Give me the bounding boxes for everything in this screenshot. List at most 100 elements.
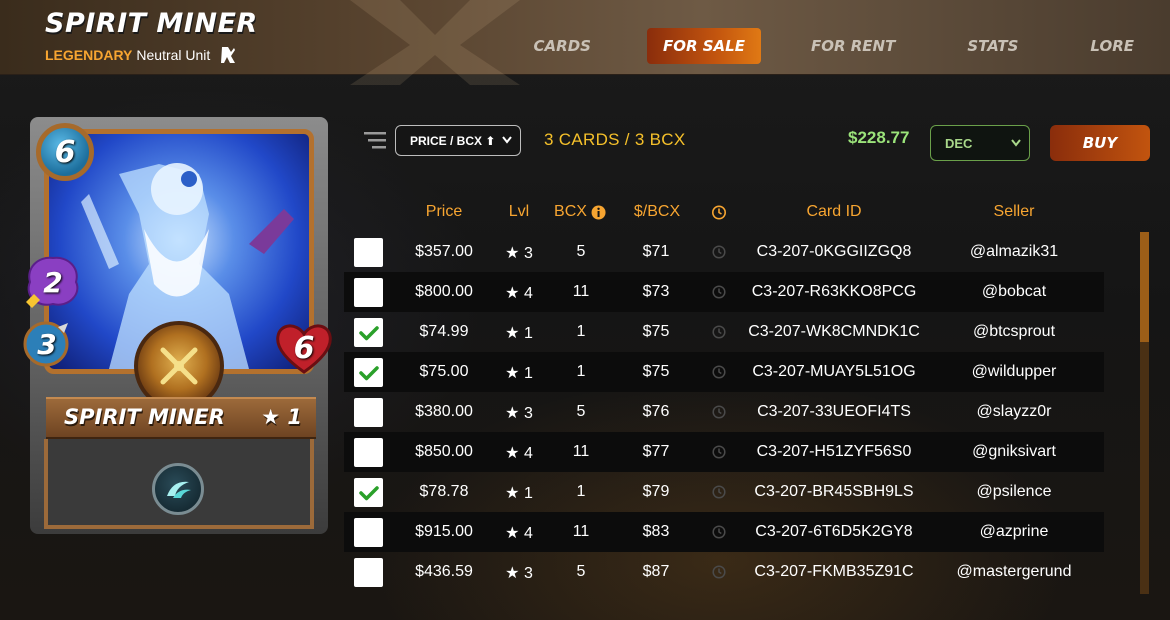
level-cell: ★ 3 bbox=[505, 245, 533, 262]
seller-cell[interactable]: @bobcat bbox=[982, 283, 1046, 301]
table-row[interactable]: $850.00 ★ 4 11 $77 C3-207-H51ZYF56S0 @gniksiv… bbox=[344, 432, 1104, 472]
clock-icon bbox=[712, 525, 726, 544]
level-cell: ★ 4 bbox=[505, 285, 533, 302]
table-row[interactable]: $357.00 ★ 3 5 $71 C3-207-0KGGIIZGQ8 @almazik3… bbox=[344, 232, 1104, 272]
seller-cell[interactable]: @btcsprout bbox=[973, 323, 1055, 341]
row-checkbox[interactable] bbox=[354, 398, 383, 427]
row-checkbox[interactable] bbox=[354, 438, 383, 467]
column-header-per-bcx[interactable]: $/BCX bbox=[634, 203, 680, 221]
tab-lore[interactable]: LORE bbox=[1074, 28, 1150, 64]
tab-cards[interactable]: CARDS bbox=[518, 28, 607, 64]
tab-for-rent[interactable]: FOR RENT bbox=[795, 28, 911, 64]
magic-attack-stat: 2 bbox=[22, 254, 84, 310]
checkmark-icon bbox=[358, 485, 379, 500]
card-id-cell[interactable]: C3-207-H51ZYF56S0 bbox=[757, 443, 912, 461]
row-checkbox[interactable] bbox=[354, 478, 383, 507]
price-per-bcx-cell: $76 bbox=[642, 403, 670, 420]
level-cell: ★ 1 bbox=[505, 325, 533, 342]
card-id-cell[interactable]: C3-207-R63KKO8PCG bbox=[752, 283, 917, 301]
chevron-down-icon bbox=[1011, 139, 1021, 147]
table-row[interactable]: $436.59 ★ 3 5 $87 C3-207-FKMB35Z91C @masterge… bbox=[344, 552, 1104, 592]
table-row[interactable]: $915.00 ★ 4 11 $83 C3-207-6T6D5K2GY8 @azprine bbox=[344, 512, 1104, 552]
rarity-label: LEGENDARY bbox=[45, 47, 133, 63]
bcx-cell: 11 bbox=[572, 283, 590, 300]
table-row[interactable]: $78.78 ★ 1 1 $79 C3-207-BR45SBH9LS @psilence bbox=[344, 472, 1104, 512]
card-id-cell[interactable]: C3-207-BR45SBH9LS bbox=[754, 483, 913, 501]
price-cell: $436.59 bbox=[415, 563, 473, 580]
row-checkbox[interactable] bbox=[354, 318, 383, 347]
scrollbar-thumb[interactable] bbox=[1140, 232, 1149, 342]
header-bar: SPIRIT MINER LEGENDARY Neutral Unit CARD… bbox=[0, 0, 1170, 85]
level-cell: ★ 3 bbox=[505, 565, 533, 582]
bcx-cell: 11 bbox=[572, 443, 590, 460]
bcx-cell: 5 bbox=[576, 403, 586, 420]
price-per-bcx-cell: $77 bbox=[642, 443, 670, 460]
card-id-cell[interactable]: C3-207-6T6D5K2GY8 bbox=[755, 523, 912, 541]
checkmark-icon bbox=[358, 325, 379, 340]
filter-icon[interactable] bbox=[364, 130, 388, 152]
unit-type-icon bbox=[221, 47, 236, 63]
column-header-card-id[interactable]: Card ID bbox=[806, 203, 861, 221]
table-row[interactable]: $74.99 ★ 1 1 $75 C3-207-WK8CMNDK1C @btcsprout bbox=[344, 312, 1104, 352]
card-id-cell[interactable]: C3-207-FKMB35Z91C bbox=[754, 563, 913, 581]
bcx-cell: 5 bbox=[576, 563, 586, 580]
tab-stats[interactable]: STATS bbox=[951, 28, 1034, 64]
price-cell: $800.00 bbox=[415, 283, 473, 300]
sort-select-value: PRICE / BCX ⬆ bbox=[410, 133, 496, 148]
seller-cell[interactable]: @gniksivart bbox=[972, 443, 1056, 461]
card-id-cell[interactable]: C3-207-0KGGIIZGQ8 bbox=[757, 243, 912, 261]
listings-table: Price Lvl BCX $/BCX Card ID Seller $357.… bbox=[344, 192, 1104, 592]
clock-icon bbox=[712, 245, 726, 264]
currency-select[interactable]: DEC bbox=[930, 125, 1030, 161]
table-scrollbar[interactable] bbox=[1140, 232, 1149, 594]
bcx-cell: 5 bbox=[576, 243, 586, 260]
seller-cell[interactable]: @azprine bbox=[980, 523, 1049, 541]
row-checkbox[interactable] bbox=[354, 278, 383, 307]
row-checkbox[interactable] bbox=[354, 238, 383, 267]
column-header-bcx[interactable]: BCX bbox=[554, 203, 606, 221]
column-header-seller[interactable]: Seller bbox=[994, 203, 1035, 221]
selection-count: 3 CARDS / 3 BCX bbox=[544, 130, 686, 149]
bcx-cell: 1 bbox=[576, 363, 586, 380]
row-checkbox[interactable] bbox=[354, 358, 383, 387]
seller-cell[interactable]: @mastergerund bbox=[957, 563, 1072, 581]
seller-cell[interactable]: @psilence bbox=[977, 483, 1052, 501]
column-header-lvl[interactable]: Lvl bbox=[509, 203, 529, 221]
table-row[interactable]: $75.00 ★ 1 1 $75 C3-207-MUAY5L51OG @wildupper bbox=[344, 352, 1104, 392]
price-cell: $380.00 bbox=[415, 403, 473, 420]
price-per-bcx-cell: $75 bbox=[642, 363, 670, 380]
speed-value: 3 bbox=[37, 327, 57, 361]
row-checkbox[interactable] bbox=[354, 518, 383, 547]
clock-icon bbox=[712, 405, 726, 424]
row-checkbox[interactable] bbox=[354, 558, 383, 587]
price-cell: $74.99 bbox=[419, 323, 469, 340]
clock-icon bbox=[712, 205, 726, 220]
seller-cell[interactable]: @almazik31 bbox=[970, 243, 1058, 261]
bcx-cell: 1 bbox=[576, 483, 586, 500]
seller-cell[interactable]: @wildupper bbox=[972, 363, 1057, 381]
level-cell: ★ 3 bbox=[505, 405, 533, 422]
level-cell: ★ 4 bbox=[505, 525, 533, 542]
column-header-price[interactable]: Price bbox=[426, 203, 462, 221]
price-per-bcx-cell: $75 bbox=[642, 323, 670, 340]
unit-type-label: Neutral Unit bbox=[136, 47, 211, 63]
clock-icon bbox=[712, 565, 726, 584]
card-id-cell[interactable]: C3-207-33UEOFI4TS bbox=[757, 403, 911, 421]
info-icon[interactable] bbox=[591, 205, 606, 220]
level-cell: ★ 4 bbox=[505, 445, 533, 462]
mana-cost-badge: 6 bbox=[36, 123, 94, 181]
health-value: 6 bbox=[293, 330, 315, 366]
checkmark-icon bbox=[358, 365, 379, 380]
clock-icon bbox=[712, 285, 726, 304]
table-row[interactable]: $800.00 ★ 4 11 $73 C3-207-R63KKO8PCG @bobcat bbox=[344, 272, 1104, 312]
table-body: $357.00 ★ 3 5 $71 C3-207-0KGGIIZGQ8 @almazik3… bbox=[344, 232, 1104, 592]
tab-for-sale[interactable]: FOR SALE bbox=[646, 28, 761, 64]
buy-button[interactable]: BUY bbox=[1050, 125, 1150, 161]
card-id-cell[interactable]: C3-207-MUAY5L51OG bbox=[752, 363, 915, 381]
column-header-time[interactable] bbox=[712, 205, 727, 220]
seller-cell[interactable]: @slayzz0r bbox=[977, 403, 1052, 421]
card-id-cell[interactable]: C3-207-WK8CMNDK1C bbox=[748, 323, 920, 341]
crossed-swords-icon bbox=[160, 347, 198, 385]
table-row[interactable]: $380.00 ★ 3 5 $76 C3-207-33UEOFI4TS @slayzz0r bbox=[344, 392, 1104, 432]
sort-select[interactable]: PRICE / BCX ⬆ bbox=[395, 125, 521, 156]
